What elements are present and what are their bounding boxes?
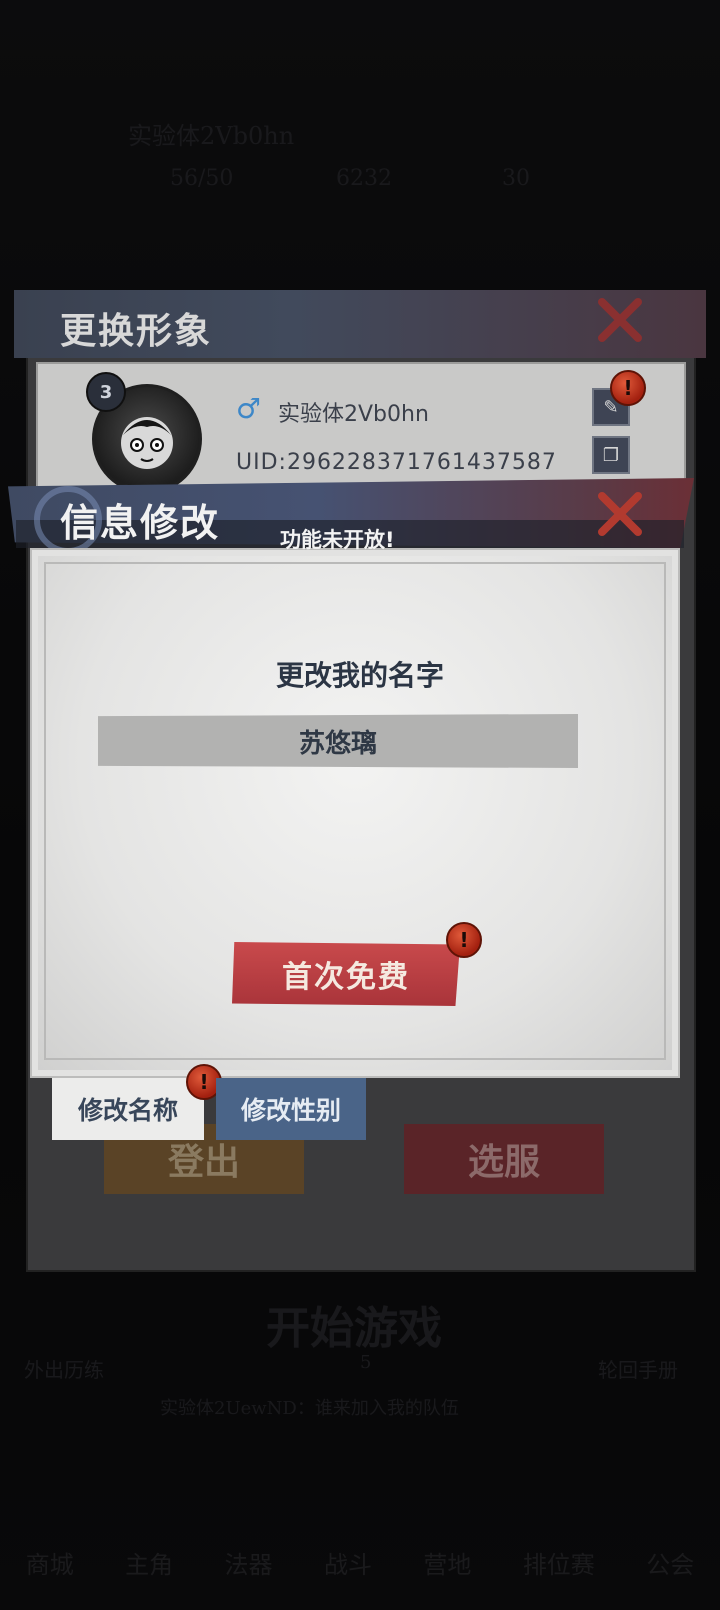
change-appearance-title: 更换形象 xyxy=(60,310,213,352)
rename-heading: 更改我的名字 xyxy=(275,659,444,692)
copy-icon[interactable]: ❐ xyxy=(592,436,630,474)
info-edit-title: 信息修改 xyxy=(60,500,221,545)
name-input[interactable] xyxy=(98,714,578,768)
level-badge: 3 xyxy=(86,372,126,412)
male-gender-icon: ♂ xyxy=(236,392,262,425)
uid-text: UID:296228371761437587 xyxy=(236,450,557,475)
free-alert-icon: ! xyxy=(446,922,482,958)
close-icon[interactable] xyxy=(594,294,646,346)
select-server-button[interactable]: 选服 xyxy=(404,1124,604,1194)
alert-icon: ! xyxy=(610,370,646,406)
tab-change-gender[interactable]: 修改性别 xyxy=(216,1078,366,1140)
toast-message: 功能未开放! xyxy=(280,528,395,552)
nickname: 实验体2Vb0hn xyxy=(278,402,429,427)
first-free-button[interactable]: 首次免费 xyxy=(232,942,460,1006)
modal-close-icon[interactable] xyxy=(594,488,646,540)
tab-change-name[interactable]: 修改名称 xyxy=(52,1078,204,1140)
